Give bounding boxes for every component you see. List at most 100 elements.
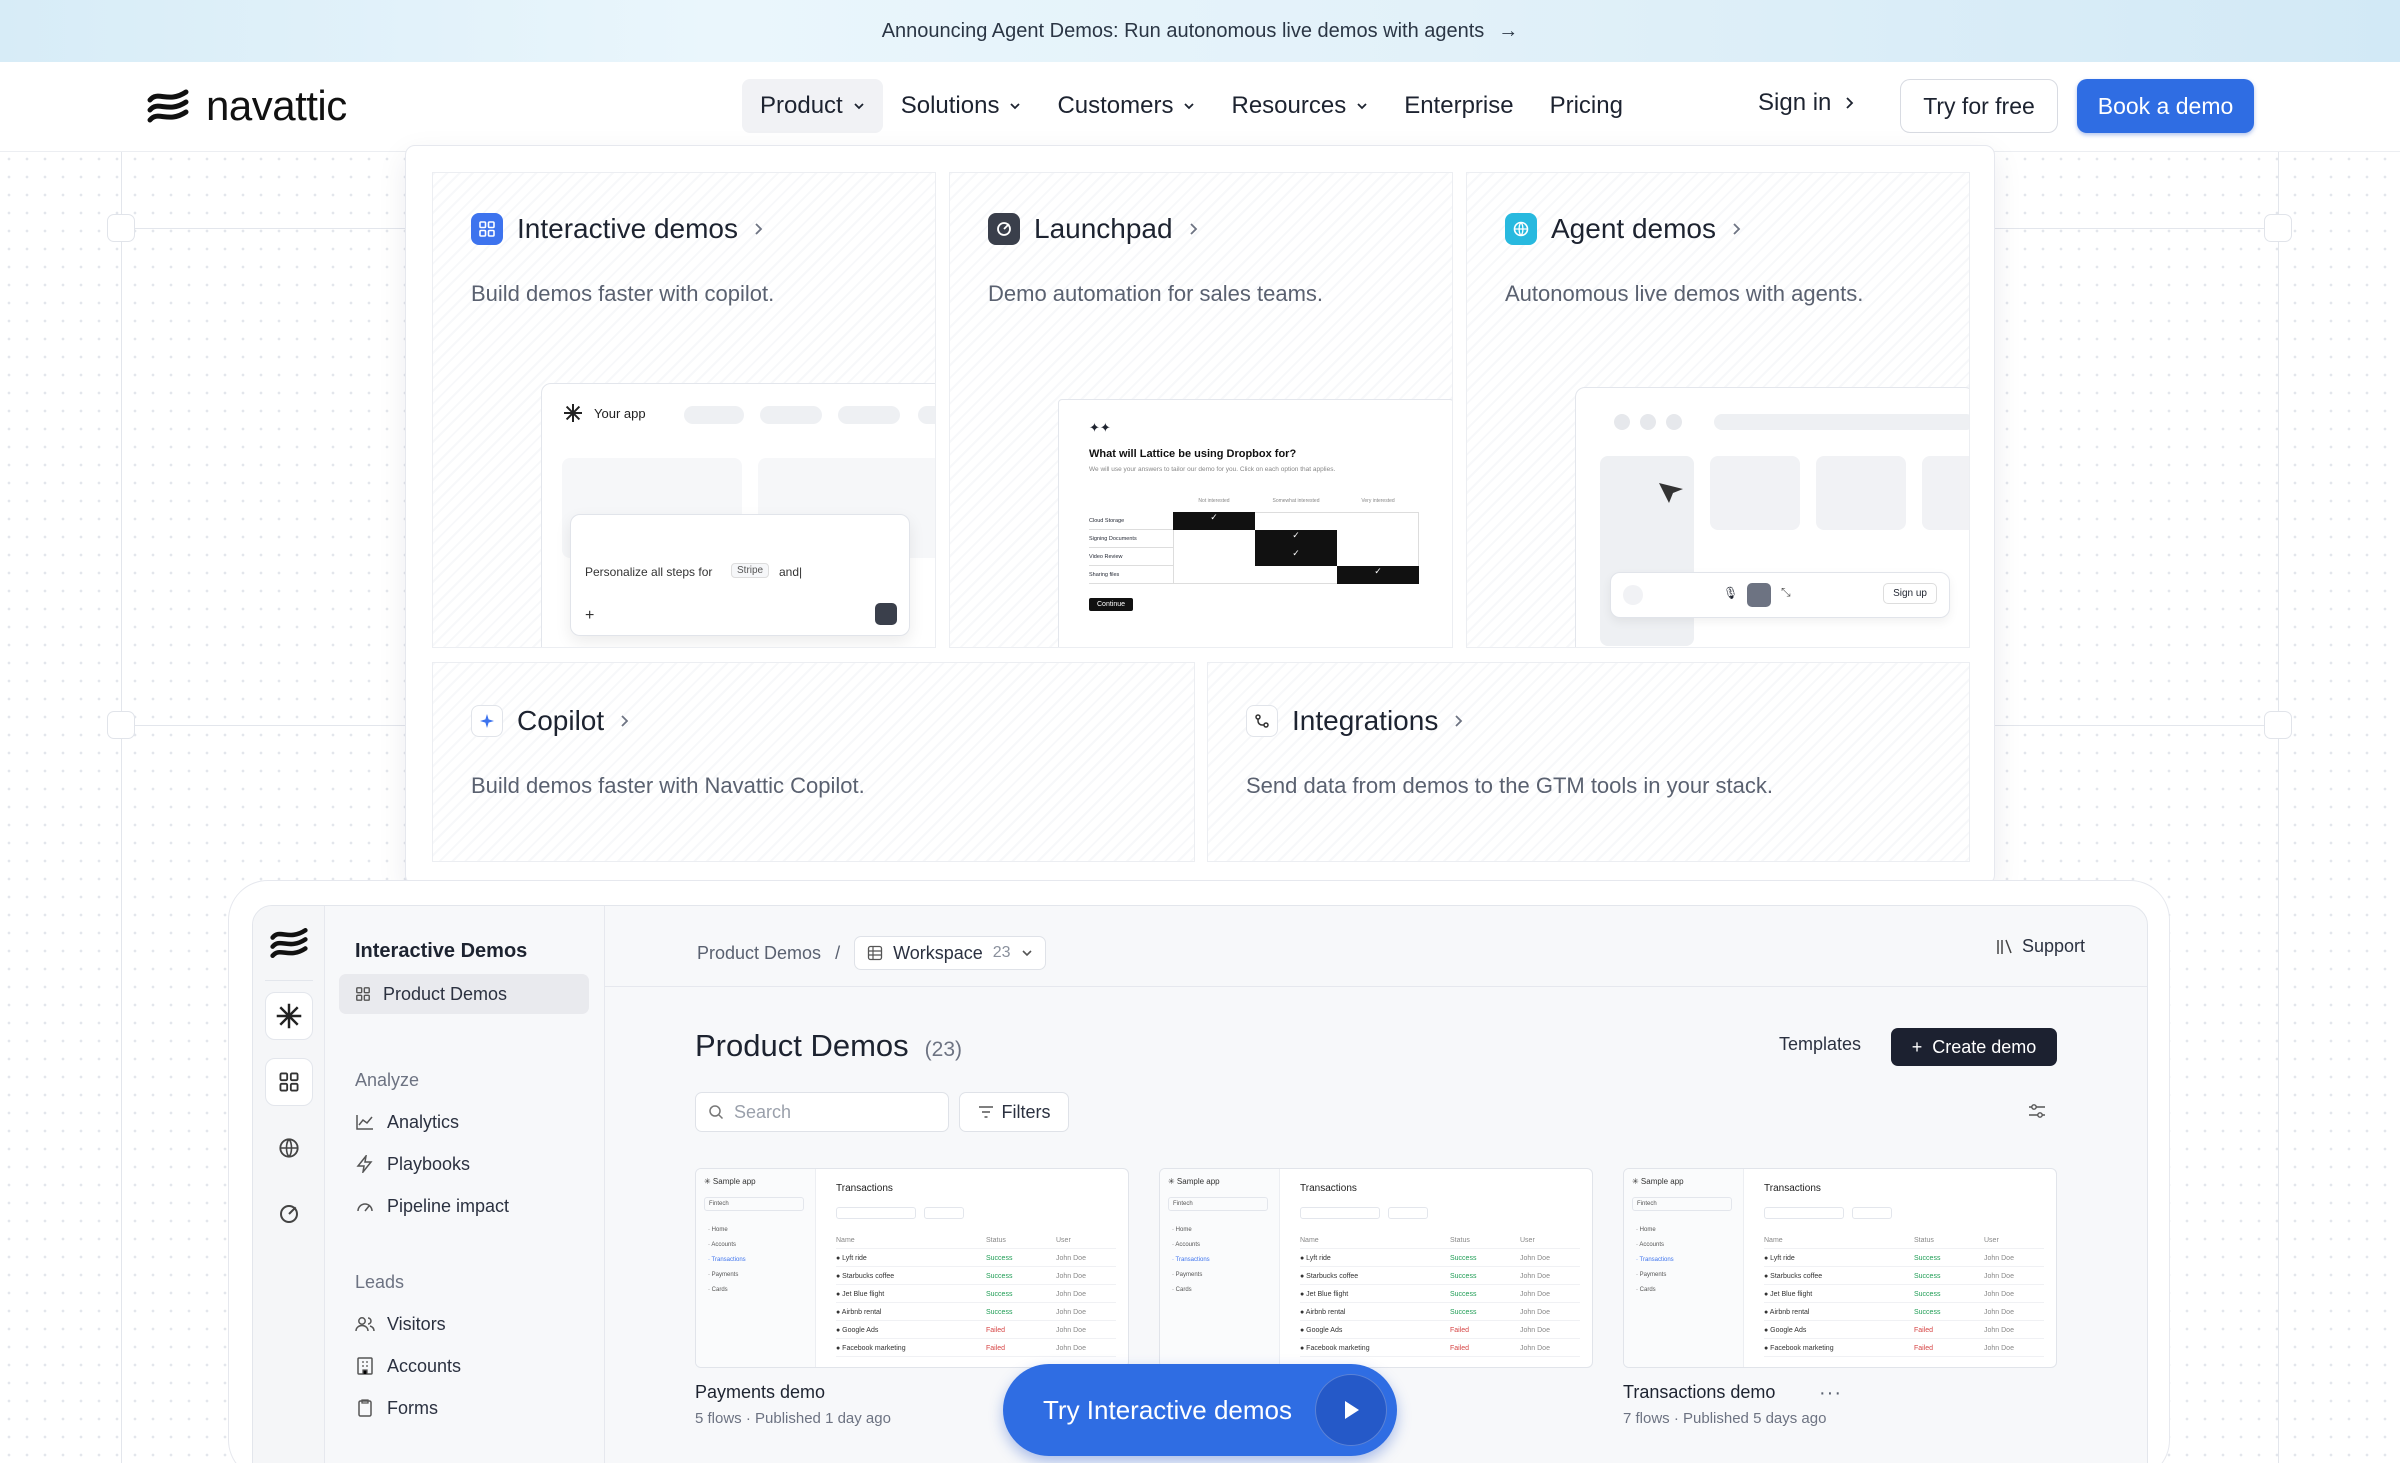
- menu-product[interactable]: Product: [742, 79, 883, 133]
- thumb-row: ● Facebook marketing Failed John Doe: [1764, 1341, 2044, 1357]
- demo-card-title[interactable]: Transactions demo: [1623, 1382, 1775, 1403]
- thumb-nav-item: · Transactions: [1172, 1257, 1210, 1263]
- sidebar-item-forms[interactable]: Forms: [339, 1388, 589, 1428]
- menu-resources[interactable]: Resources: [1213, 79, 1386, 133]
- main-menu: Product Solutions Customers Resources En…: [742, 79, 1641, 133]
- sidebar-item-pipeline-impact[interactable]: Pipeline impact: [339, 1186, 589, 1226]
- breadcrumb-separator: /: [835, 942, 841, 963]
- menu-customers[interactable]: Customers: [1039, 79, 1213, 133]
- card-title: Integrations: [1292, 705, 1439, 736]
- sidebar-item-analytics[interactable]: Analytics: [339, 1102, 589, 1142]
- chevron-down-icon: [854, 103, 864, 110]
- workspace-selector[interactable]: Workspace 23: [854, 936, 1046, 970]
- brand-logo[interactable]: navattic: [146, 82, 347, 130]
- thumb-org-select: Fintech: [1632, 1197, 1732, 1211]
- menu-enterprise[interactable]: Enterprise: [1386, 79, 1531, 133]
- window-dot: [1614, 414, 1630, 430]
- demo-card-thumbnail[interactable]: ✳ Sample app Fintech · Home · Accounts · Tra…: [1623, 1168, 2057, 1368]
- chart-line-icon: [356, 1115, 373, 1130]
- copilot-prompt-box[interactable]: Personalize all steps for Stripe and| +: [570, 514, 910, 636]
- launchpad-icon: [988, 213, 1020, 245]
- grid-icon: [356, 987, 370, 1001]
- survey-col: Somewhat interested: [1272, 498, 1320, 504]
- book-a-demo-button[interactable]: Book a demo: [2077, 79, 2254, 133]
- check-cell[interactable]: ✓: [1255, 548, 1337, 566]
- survey-col: Very interested: [1361, 498, 1395, 504]
- breadcrumb-root[interactable]: Product Demos: [697, 943, 821, 964]
- frame-line: [2278, 152, 2279, 1463]
- thumb-nav-item: · Accounts: [1636, 1242, 1665, 1248]
- search-input[interactable]: Search: [695, 1092, 949, 1132]
- table-icon: [867, 945, 883, 961]
- dropbox-logo-icon: ✦✦: [1089, 420, 1111, 435]
- card-copilot[interactable]: Copilot Build demos faster with Navattic…: [432, 662, 1195, 862]
- thumb-app-label: ✳ Sample app: [1632, 1177, 1684, 1186]
- thumb-heading: Transactions: [1300, 1183, 1357, 1194]
- frame-line: [121, 152, 122, 1463]
- demo-card-thumbnail[interactable]: ✳ Sample app Fintech · Home · Accounts · Tra…: [1159, 1168, 1593, 1368]
- thumb-row: ● Lyft ride Success John Doe: [836, 1251, 1116, 1267]
- grid-icon[interactable]: [265, 1058, 313, 1106]
- minimize-icon[interactable]: ⤡: [1781, 585, 1791, 600]
- sliders-icon[interactable]: [2027, 1102, 2047, 1120]
- thumb-nav-item: · Payments: [1636, 1272, 1667, 1278]
- menu-pricing[interactable]: Pricing: [1532, 79, 1641, 133]
- sidebar-item-playbooks[interactable]: Playbooks: [339, 1144, 589, 1184]
- card-agent-demos[interactable]: Agent demos Autonomous live demos with a…: [1466, 172, 1970, 648]
- menu-solutions[interactable]: Solutions: [883, 79, 1040, 133]
- plus-icon: +: [1911, 1036, 1923, 1057]
- app-sidebar: Interactive Demos Product Demos Analyze …: [325, 906, 605, 1463]
- sidebar-item-accounts[interactable]: Accounts: [339, 1346, 589, 1386]
- try-interactive-demos-button[interactable]: Try Interactive demos: [1003, 1364, 1397, 1456]
- microphone-icon[interactable]: 🎙: [1723, 586, 1738, 600]
- asterisk-icon: [564, 404, 582, 422]
- cta-label: Try Interactive demos: [1043, 1394, 1293, 1425]
- survey-question: What will Lattice be using Dropbox for?: [1089, 448, 1297, 460]
- card-integrations[interactable]: Integrations Send data from demos to the…: [1207, 662, 1970, 862]
- filters-button[interactable]: Filters: [959, 1092, 1069, 1132]
- navattic-logo-icon[interactable]: [269, 926, 309, 960]
- thumb-sidebar: ✳ Sample app Fintech · Home · Accounts · Tra…: [696, 1169, 816, 1367]
- call-icon[interactable]: [1747, 583, 1771, 607]
- thumb-row: ● Airbnb rental Success John Doe: [1300, 1305, 1580, 1321]
- placeholder-block: [1710, 456, 1800, 530]
- check-cell[interactable]: ✓: [1255, 530, 1337, 548]
- sign-up-button[interactable]: Sign up: [1883, 583, 1937, 604]
- check-cell[interactable]: ✓: [1337, 566, 1419, 584]
- demo-card-thumbnail[interactable]: ✳ Sample app Fintech · Home · Accounts · Tra…: [695, 1168, 1129, 1368]
- agent-control-bar[interactable]: 🎙 ⤡ Sign up: [1610, 572, 1950, 618]
- chevron-right-icon: [755, 223, 763, 235]
- try-for-free-button[interactable]: Try for free: [1900, 79, 2058, 133]
- create-demo-button[interactable]: + Create demo: [1891, 1028, 2057, 1066]
- thumb-filter: [1388, 1207, 1428, 1219]
- sign-in-link[interactable]: Sign in: [1758, 89, 1855, 117]
- announcement-banner[interactable]: Announcing Agent Demos: Run autonomous l…: [0, 0, 2400, 62]
- templates-button[interactable]: Templates: [1779, 1034, 1861, 1055]
- send-icon[interactable]: [875, 603, 897, 625]
- support-link[interactable]: Support: [1996, 936, 2085, 957]
- sidebar-item-visitors[interactable]: Visitors: [339, 1304, 589, 1344]
- thumb-org-select: Fintech: [704, 1197, 804, 1211]
- thumb-nav-item: · Accounts: [708, 1242, 737, 1248]
- globe-icon[interactable]: [265, 1124, 313, 1172]
- thumb-org-select: Fintech: [1168, 1197, 1268, 1211]
- support-label: Support: [2021, 936, 2085, 956]
- frame-handle: [107, 711, 135, 739]
- check-cell[interactable]: ✓: [1173, 512, 1255, 530]
- thumb-row: ● Facebook marketing Failed John Doe: [1300, 1341, 1580, 1357]
- thumb-search: [836, 1207, 916, 1219]
- thumb-nav-item: · Transactions: [708, 1257, 746, 1263]
- plus-icon[interactable]: +: [585, 607, 594, 625]
- demo-card-title[interactable]: Payments demo: [695, 1382, 825, 1403]
- sidebar-item-label: Visitors: [387, 1313, 446, 1334]
- more-options-icon[interactable]: ···: [1819, 1382, 1842, 1405]
- thumb-row: ● Lyft ride Success John Doe: [1300, 1251, 1580, 1267]
- sidebar-item-product-demos[interactable]: Product Demos: [339, 974, 589, 1014]
- thumb-app-label: ✳ Sample app: [704, 1177, 756, 1186]
- launchpad-icon[interactable]: [265, 1190, 313, 1238]
- card-launchpad[interactable]: Launchpad Demo automation for sales team…: [949, 172, 1453, 648]
- page-count: (23): [924, 1038, 962, 1061]
- card-interactive-demos[interactable]: Interactive demos Build demos faster wit…: [432, 172, 936, 648]
- continue-button[interactable]: Continue: [1089, 598, 1134, 611]
- asterisk-icon[interactable]: [265, 992, 313, 1040]
